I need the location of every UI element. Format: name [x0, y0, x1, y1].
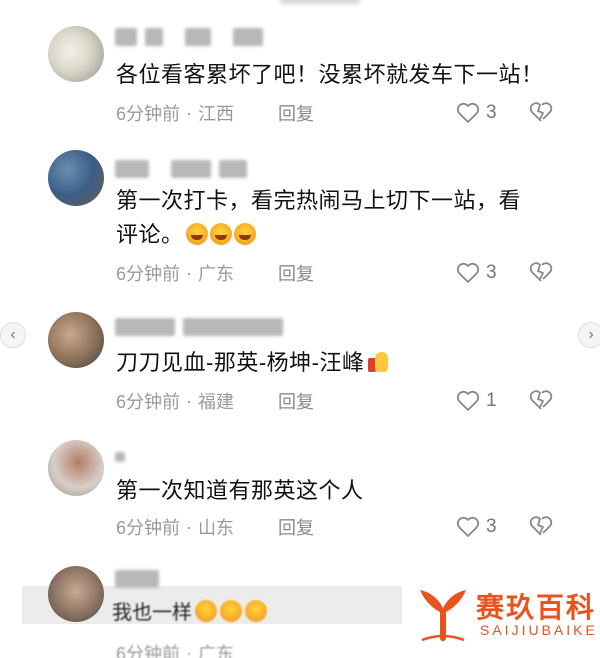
comment-time: 6分钟前 — [116, 518, 181, 538]
laughing-crying-emoji — [233, 223, 256, 245]
username-blurred[interactable] — [115, 316, 283, 338]
blur-block — [145, 28, 163, 46]
next-arrow-icon[interactable]: › — [578, 322, 600, 348]
like-button[interactable]: 3 — [456, 260, 497, 286]
username-blurred[interactable] — [115, 158, 247, 180]
comment-text-body: 我也一样 — [112, 602, 192, 624]
blur-block — [115, 160, 149, 178]
comment-time: 6分钟前 — [116, 104, 181, 124]
comment-text: 各位看客累坏了吧！没累坏就发车下一站！ — [116, 62, 544, 87]
prev-arrow-icon[interactable]: ‹ — [0, 322, 26, 348]
comment-meta: 6分钟前 · 江西 回复 — [116, 100, 314, 126]
dislike-icon[interactable] — [528, 388, 554, 412]
username-blurred[interactable] — [115, 446, 125, 468]
comment-meta: 6分钟前 · 山东 回复 — [116, 514, 314, 540]
comment-meta: 6分钟前 · 广东 — [116, 640, 234, 658]
comment-location: 福建 — [198, 392, 235, 412]
thumbs-up-emoji — [366, 348, 390, 374]
comment-meta: 6分钟前 · 广东 回复 — [116, 260, 314, 286]
reply-button[interactable]: 回复 — [278, 514, 314, 540]
blur-block — [115, 570, 159, 588]
meta-separator: · — [186, 102, 193, 123]
meta-separator: · — [186, 262, 193, 283]
heart-icon — [456, 516, 480, 537]
laughing-crying-emoji — [209, 223, 232, 245]
heart-icon — [456, 390, 480, 411]
comment-text-line: 评论。 — [116, 218, 256, 252]
whale-tail-logo-icon — [420, 590, 466, 642]
meta-separator: · — [186, 390, 193, 411]
comment-time: 6分钟前 — [116, 264, 181, 284]
dislike-icon[interactable] — [528, 514, 554, 538]
like-count: 3 — [486, 262, 497, 283]
comment-location: 江西 — [198, 104, 235, 124]
dislike-icon[interactable] — [528, 100, 554, 124]
avatar[interactable] — [48, 312, 104, 368]
dislike-icon[interactable] — [528, 260, 554, 284]
meta-separator: · — [186, 516, 193, 537]
blur-block — [115, 28, 137, 46]
blur-block — [185, 28, 211, 46]
like-button[interactable]: 3 — [456, 514, 497, 540]
comment-time: 6分钟前 — [116, 644, 181, 658]
avatar[interactable] — [48, 150, 104, 206]
avatar[interactable] — [48, 26, 104, 82]
blur-block — [183, 318, 283, 336]
comment-text: 我也一样 — [112, 596, 267, 625]
laughing-crying-emoji — [185, 223, 208, 245]
comment-text-line: 第一次打卡，看完热闹马上切下一站，看 — [116, 188, 522, 213]
reply-button[interactable]: 回复 — [278, 100, 314, 126]
laughing-emoji — [245, 600, 267, 622]
meta-separator: · — [186, 642, 193, 658]
comment-text: 第一次知道有那英这个人 — [116, 478, 364, 503]
blur-block — [219, 160, 247, 178]
top-edge — [0, 0, 600, 8]
laughing-emoji — [220, 600, 242, 622]
comment-text-line2: 评论。 — [116, 222, 184, 247]
blur-block — [171, 160, 211, 178]
watermark-subtitle: SAIJIUBAIKE — [480, 622, 598, 638]
blurred-header — [280, 0, 360, 4]
reply-button[interactable]: 回复 — [278, 388, 314, 414]
like-button[interactable]: 1 — [456, 388, 497, 414]
comment-time: 6分钟前 — [116, 392, 181, 412]
avatar[interactable] — [48, 566, 104, 622]
username-blurred[interactable] — [115, 26, 263, 48]
blur-block — [115, 318, 175, 336]
comment-meta: 6分钟前 · 福建 回复 — [116, 388, 314, 414]
blur-block — [115, 452, 125, 462]
avatar[interactable] — [48, 440, 104, 496]
username-blurred[interactable] — [115, 568, 159, 590]
heart-icon — [456, 102, 480, 123]
watermark: 赛玖百科 SAIJIUBAIKE — [410, 578, 600, 656]
watermark-title: 赛玖百科 — [476, 592, 597, 623]
comment-location: 广东 — [198, 644, 235, 658]
heart-icon — [456, 262, 480, 283]
like-count: 3 — [486, 102, 497, 123]
laughing-emoji — [195, 600, 217, 622]
comment-location: 山东 — [198, 518, 235, 538]
reply-button[interactable]: 回复 — [278, 260, 314, 286]
like-count: 3 — [486, 516, 497, 537]
comment-text-body: 刀刀见血-那英-杨坤-汪峰 — [116, 350, 365, 375]
comment-location: 广东 — [198, 264, 235, 284]
blur-block — [233, 28, 263, 46]
like-button[interactable]: 3 — [456, 100, 497, 126]
like-count: 1 — [486, 390, 497, 411]
comment-text: 刀刀见血-那英-杨坤-汪峰 — [116, 346, 390, 380]
